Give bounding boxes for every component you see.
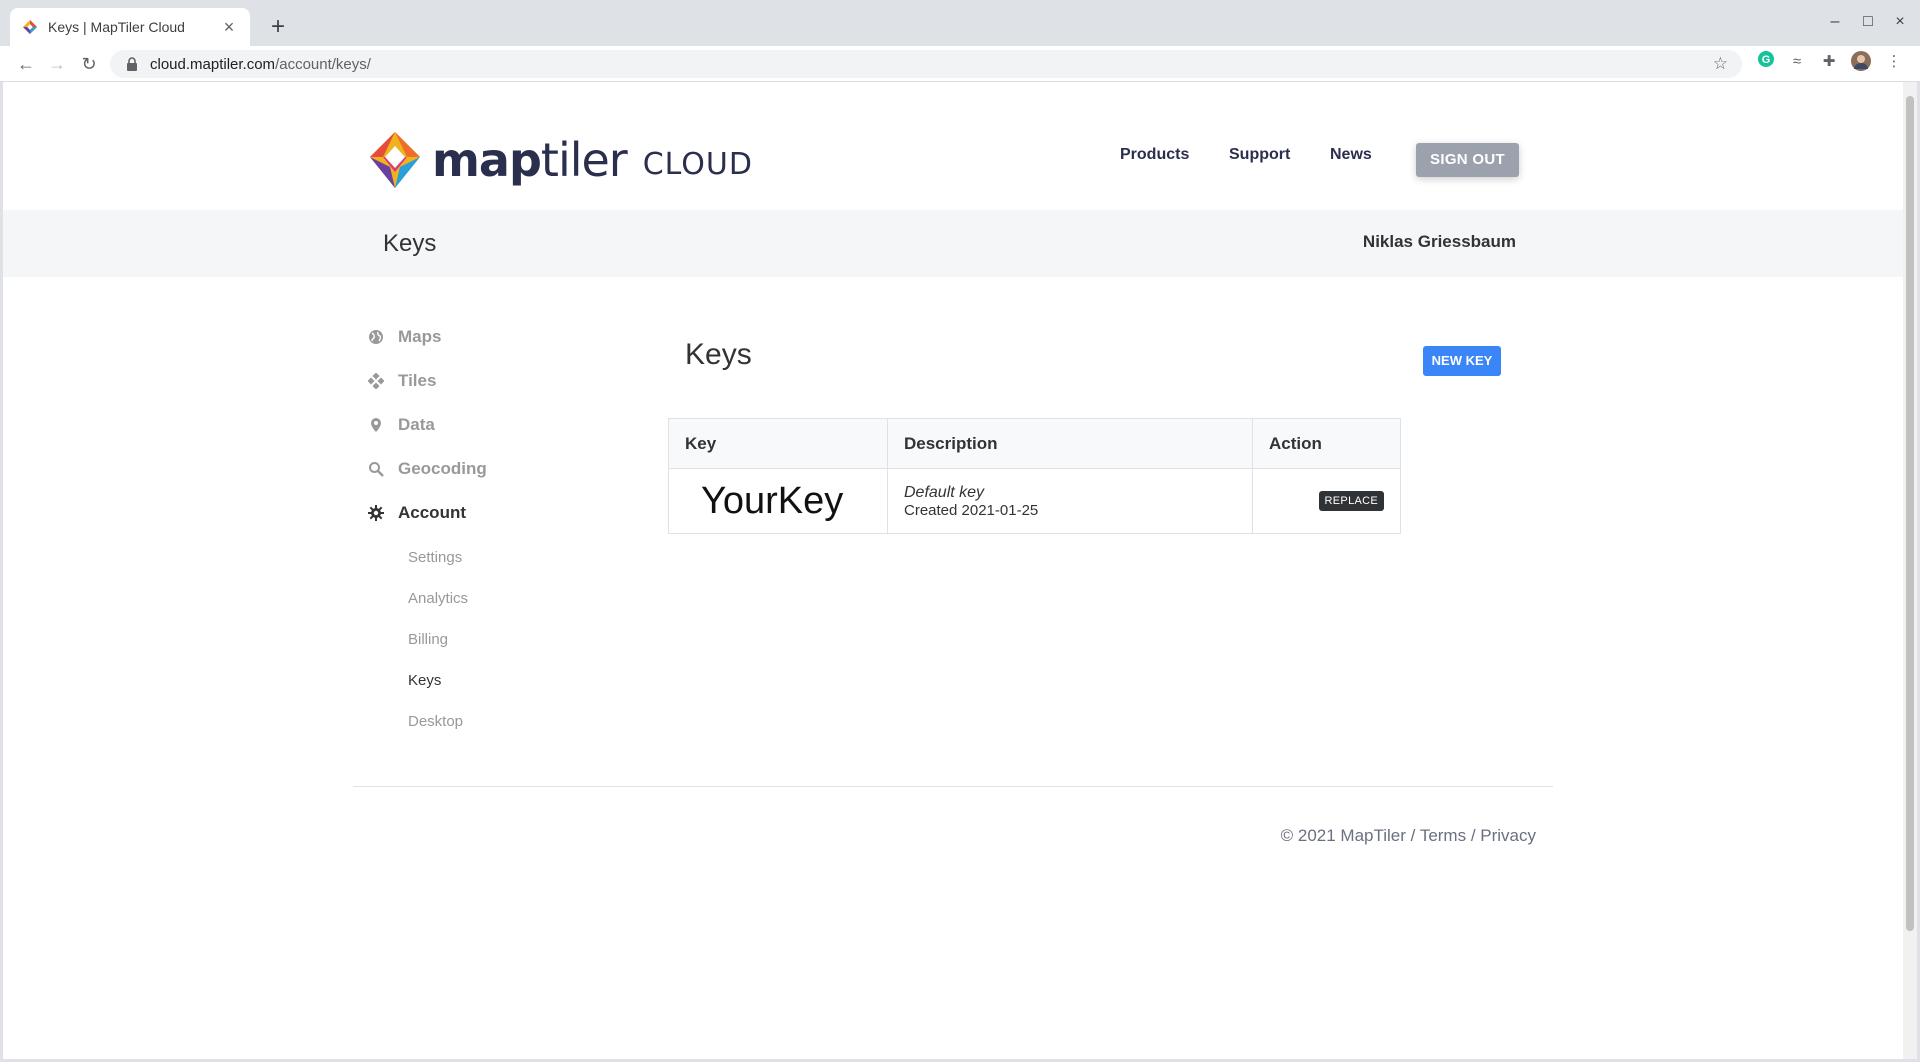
footer-separator: / (1466, 826, 1481, 845)
page-title: Keys (383, 230, 437, 257)
logo-wordmark-light: tiler (540, 133, 628, 187)
sidebar-item-label: Account (398, 503, 466, 522)
api-key-text[interactable]: YourKey (701, 480, 843, 522)
sidebar-item-label: Geocoding (398, 459, 487, 478)
key-action-cell: REPLACE (1252, 468, 1401, 534)
url-host: cloud.maptiler.com (150, 55, 276, 73)
sidebar-item-label: Tiles (398, 371, 437, 390)
tiles-icon (368, 373, 384, 389)
nav-products[interactable]: Products (1120, 146, 1189, 164)
nav-support[interactable]: Support (1229, 146, 1290, 164)
search-icon (369, 462, 384, 477)
user-name[interactable]: Niklas Griessbaum (1363, 232, 1516, 252)
sidebar-subitem-analytics[interactable]: Analytics (408, 590, 468, 607)
address-bar[interactable]: cloud.maptiler.com/account/keys/ ☆ (110, 50, 1742, 78)
svg-text:G: G (1762, 54, 1771, 66)
copyright-text: © 2021 MapTiler (1280, 826, 1406, 845)
sidebar-item-data[interactable]: Data (368, 415, 435, 435)
page-scrollbar[interactable] (1903, 82, 1917, 1059)
sidebar-item-account[interactable]: Account (368, 503, 466, 523)
table-row: YourKey Default key Created 2021-01-25 R… (668, 468, 1401, 534)
nav-news[interactable]: News (1330, 146, 1372, 164)
table-header-row: Key Description Action (668, 418, 1401, 469)
bookmark-star-icon[interactable]: ☆ (1713, 54, 1728, 74)
site-header: maptiler CLOUD Products Support News SIG… (3, 82, 1903, 210)
column-header-description: Description (887, 418, 1253, 469)
scrollbar-thumb[interactable] (1906, 96, 1914, 931)
replace-key-button[interactable]: REPLACE (1318, 491, 1384, 511)
puzzle-extensions-icon[interactable]: ✚ (1817, 50, 1841, 74)
logo-wordmark-bold: map (432, 133, 542, 187)
close-tab-icon[interactable]: × (220, 18, 238, 36)
grammarly-icon[interactable]: G (1754, 50, 1778, 74)
page-viewport: maptiler CLOUD Products Support News SIG… (3, 82, 1903, 1059)
tab-title: Keys | MapTiler Cloud (48, 19, 185, 35)
sidebar-item-tiles[interactable]: Tiles (368, 371, 436, 391)
key-description: Default key (904, 483, 985, 501)
sign-out-button[interactable]: SIGN OUT (1416, 143, 1519, 177)
sidebar-item-maps[interactable]: Maps (368, 327, 441, 347)
map-pin-icon (371, 418, 381, 432)
close-window-icon[interactable]: × (1880, 8, 1920, 36)
logo-suffix: CLOUD (642, 146, 753, 182)
back-icon[interactable]: ← (12, 50, 40, 78)
sidebar-item-geocoding[interactable]: Geocoding (368, 459, 487, 479)
sidebar-subitem-desktop[interactable]: Desktop (408, 713, 463, 730)
forward-icon[interactable]: → (43, 50, 71, 78)
new-key-button[interactable]: NEW KEY (1423, 346, 1501, 376)
footer: © 2021 MapTiler / Terms / Privacy (1281, 826, 1536, 846)
column-header-action: Action (1252, 418, 1401, 469)
api-key-value[interactable]: YourKey (668, 468, 888, 534)
terms-link[interactable]: Terms (1420, 826, 1466, 845)
page-title-bar: Keys Niklas Griessbaum (3, 210, 1903, 277)
maptiler-logo-icon (370, 132, 420, 188)
footer-separator: / (1405, 826, 1420, 845)
browser-toolbar: ← → ↻ cloud.maptiler.com/account/keys/ ☆ (0, 46, 1920, 82)
browser-menu-icon[interactable]: ⋮ (1882, 50, 1906, 74)
sidebar-subitem-keys[interactable]: Keys (408, 672, 441, 689)
profile-avatar-icon[interactable] (1849, 50, 1873, 74)
reload-icon[interactable]: ↻ (75, 50, 103, 78)
lock-icon (127, 57, 137, 71)
maptiler-favicon-icon (23, 20, 37, 34)
column-header-key: Key (668, 418, 888, 469)
key-description-cell: Default key Created 2021-01-25 (887, 468, 1253, 534)
sidebar-subitem-billing[interactable]: Billing (408, 631, 448, 648)
gear-icon (368, 505, 384, 521)
new-tab-icon[interactable]: + (264, 14, 292, 42)
maptiler-logo[interactable]: maptiler CLOUD (370, 132, 753, 188)
browser-chrome: Keys | MapTiler Cloud × + – □ × ← → ↻ cl… (0, 0, 1920, 82)
url-path: /account/keys/ (275, 55, 371, 73)
sidebar-subitem-settings[interactable]: Settings (408, 549, 462, 566)
sidebar-item-label: Data (398, 415, 435, 434)
key-created-date: Created 2021-01-25 (904, 501, 1039, 519)
footer-divider (353, 786, 1553, 787)
keys-table: Key Description Action YourKey Default k… (668, 418, 1401, 534)
browser-tab[interactable]: Keys | MapTiler Cloud × (10, 8, 250, 46)
globe-icon (369, 330, 383, 344)
logo-wordmark: maptiler (432, 133, 628, 187)
keys-heading: Keys (685, 338, 752, 371)
privacy-link[interactable]: Privacy (1480, 826, 1536, 845)
sidebar-item-label: Maps (398, 327, 442, 346)
tab-strip: Keys | MapTiler Cloud × + – □ × (0, 0, 1920, 46)
extension-wave-icon[interactable]: ≈ (1785, 50, 1809, 74)
